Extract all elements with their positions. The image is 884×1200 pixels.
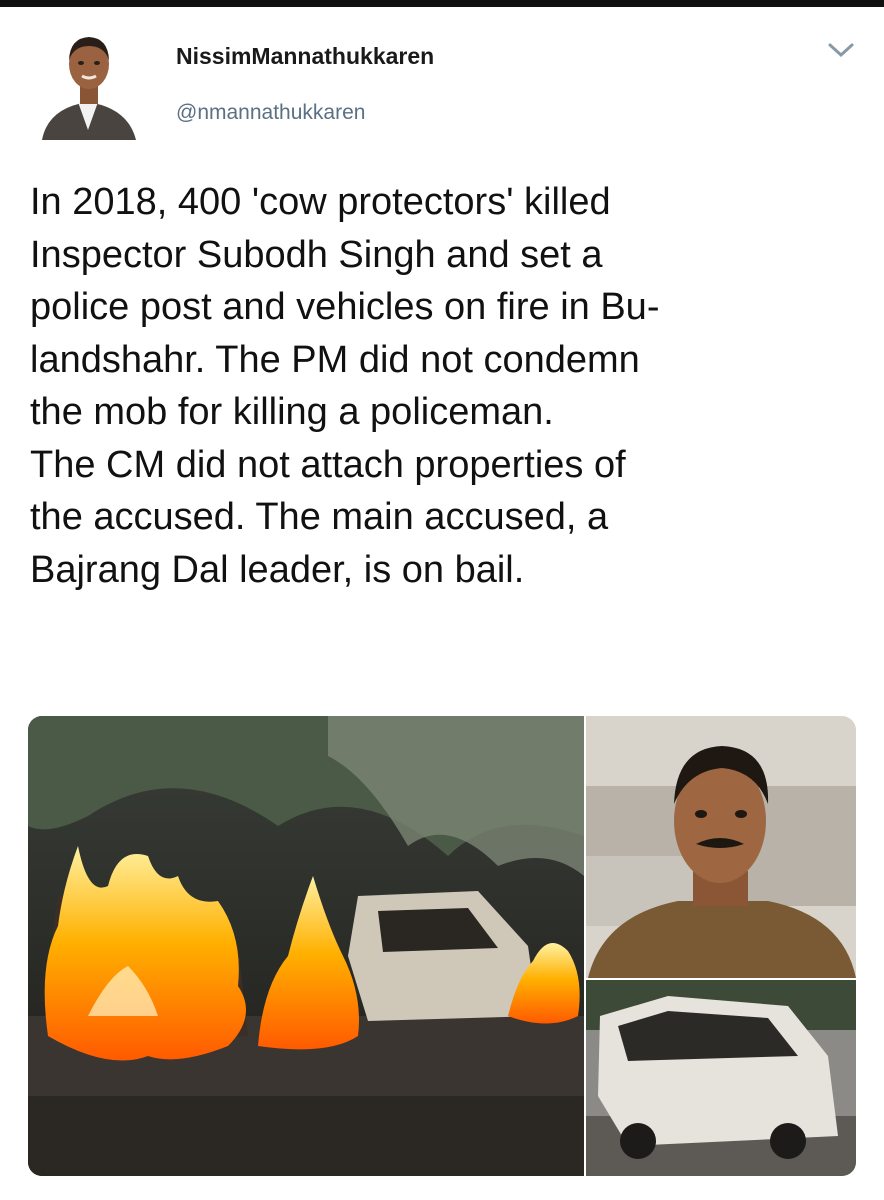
tweet-media[interactable]: [28, 716, 856, 1176]
media-collage: [28, 716, 856, 1176]
avatar[interactable]: [40, 18, 138, 140]
top-border: [0, 0, 884, 7]
officer-portrait-photo: [586, 716, 856, 978]
avatar-photo: [40, 18, 138, 140]
user-handle[interactable]: @nmannathukkaren: [176, 101, 365, 125]
tweet-text: In 2018, 400 'cow protectors' killed Ins…: [30, 181, 660, 591]
display-name[interactable]: NissimMannathukkaren: [176, 43, 434, 70]
burnt-car-photo: [586, 980, 856, 1176]
chevron-down-icon[interactable]: [826, 40, 856, 60]
burning-vehicles-photo: [28, 716, 584, 1176]
